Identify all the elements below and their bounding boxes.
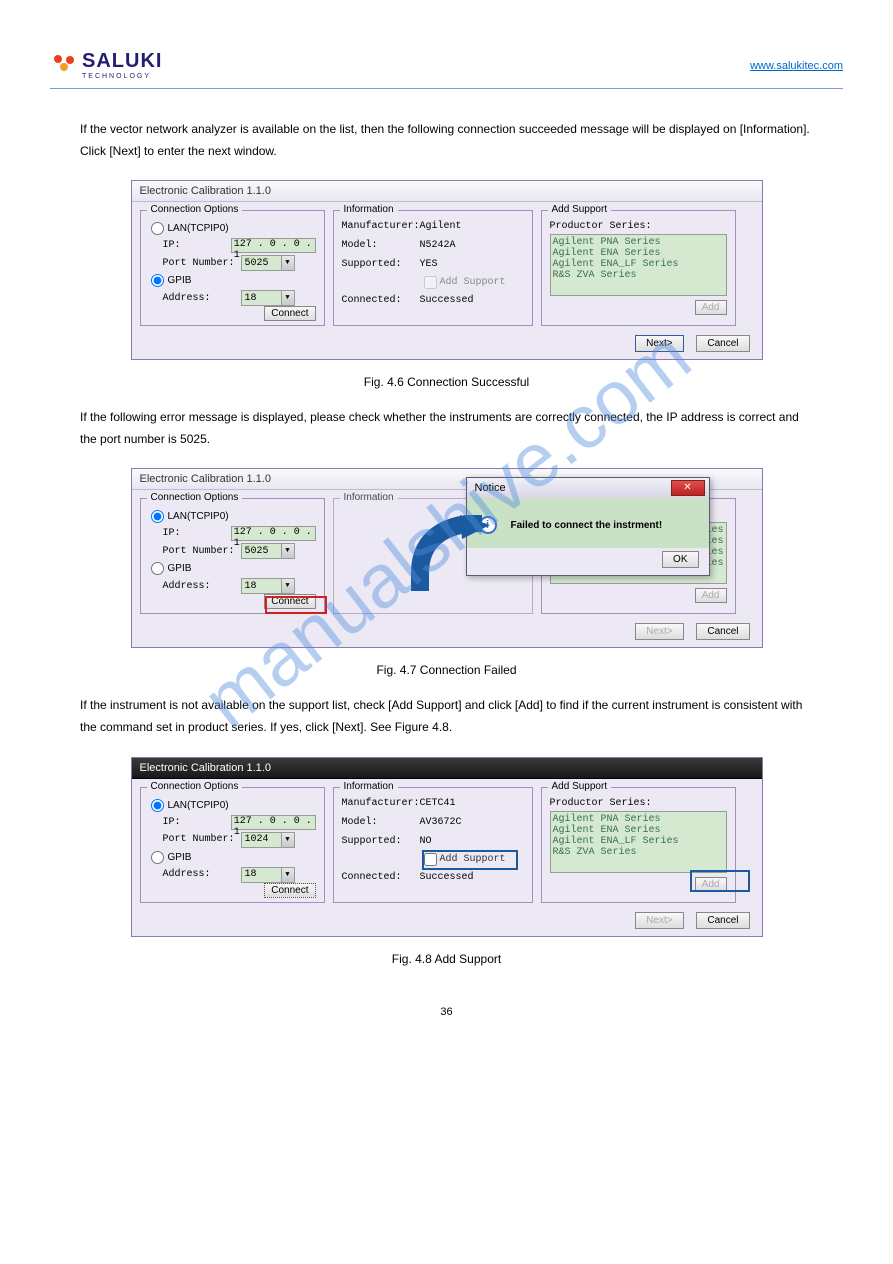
radio-gpib-3[interactable]: GPIB [149, 851, 316, 864]
series-listbox-3[interactable]: Agilent PNA Series Agilent ENA Series Ag… [550, 811, 727, 873]
addr-combo-3[interactable]: 18 ▼ [241, 867, 295, 883]
highlight-add-blue [690, 870, 750, 892]
connect-button-3[interactable]: Connect [264, 883, 315, 898]
ip-input-3[interactable]: 127 . 0 . 0 . 1 [231, 815, 316, 830]
notice-title: Notice [475, 482, 506, 494]
chevron-down-icon: ▼ [281, 291, 294, 305]
mfr-value-3: CETC41 [420, 798, 456, 809]
highlight-connect-red [265, 596, 327, 614]
dialog-3-title: Electronic Calibration 1.1.0 [132, 758, 762, 779]
radio-lan-3[interactable]: LAN(TCPIP0) [149, 799, 316, 812]
connected-value-3: Successed [420, 872, 474, 883]
port-combo-2[interactable]: 5025 ▼ [241, 543, 295, 559]
chevron-down-icon: ▼ [281, 256, 294, 270]
information-group: Information Manufacturer:Agilent Model:N… [333, 210, 533, 326]
port-combo-3[interactable]: 1024 ▼ [241, 832, 295, 848]
next-button[interactable]: Next> [635, 335, 683, 352]
chevron-down-icon: ▼ [281, 833, 294, 847]
arrow-icon [410, 515, 490, 601]
dialog-1: Electronic Calibration 1.1.0 Connection … [131, 180, 763, 360]
info-legend: Information [340, 204, 398, 215]
chevron-down-icon: ▼ [281, 579, 294, 593]
connected-value: Successed [420, 295, 474, 306]
connect-button[interactable]: Connect [264, 306, 315, 321]
intro-para-1: If the vector network analyzer is availa… [80, 119, 813, 162]
mfr-value: Agilent [420, 221, 462, 232]
cancel-button[interactable]: Cancel [696, 335, 749, 352]
cancel-button-3[interactable]: Cancel [696, 912, 749, 929]
chevron-down-icon: ▼ [281, 544, 294, 558]
notice-message: Failed to connect the instrment! [511, 520, 663, 531]
header-url[interactable]: www.salukitec.com [750, 60, 843, 72]
connection-options-group: Connection Options LAN(TCPIP0) IP: 127 .… [140, 210, 325, 326]
radio-gpib-2[interactable]: GPIB [149, 562, 316, 575]
page-number: 36 [50, 1006, 843, 1018]
close-icon[interactable]: ✕ [671, 480, 705, 496]
ip-input[interactable]: 127 . 0 . 0 . 1 [231, 238, 316, 253]
addr-combo[interactable]: 18 ▼ [241, 290, 295, 306]
page-header: SALUKI TECHNOLOGY [50, 50, 843, 89]
dialog-footer: Next> Cancel [132, 334, 762, 359]
series-label: Productor Series: [550, 221, 727, 232]
add-support-group: Add Support Productor Series: Agilent PN… [541, 210, 736, 326]
next-button-3: Next> [635, 912, 683, 929]
figure-caption-2: Fig. 4.7 Connection Failed [50, 663, 843, 677]
support-legend: Add Support [548, 204, 612, 215]
port-combo[interactable]: 5025 ▼ [241, 255, 295, 271]
ip-label: IP: [163, 240, 231, 251]
port-label: Port Number: [163, 258, 241, 269]
supported-value: YES [420, 259, 438, 270]
addr-label: Address: [163, 293, 241, 304]
radio-lan[interactable]: LAN(TCPIP0) [149, 222, 316, 235]
next-button-2: Next> [635, 623, 683, 640]
radio-lan-input[interactable] [151, 222, 164, 235]
ok-button[interactable]: OK [662, 551, 698, 568]
dialog-3: Electronic Calibration 1.1.0 Connection … [131, 757, 763, 937]
saluki-logo-icon [50, 51, 78, 79]
dialog-1-title: Electronic Calibration 1.1.0 [132, 181, 762, 202]
supported-value-3: NO [420, 836, 432, 847]
intro-para-3: If the instrument is not available on th… [80, 695, 813, 738]
brand-logo: SALUKI TECHNOLOGY [50, 50, 162, 80]
radio-gpib-input[interactable] [151, 274, 164, 287]
brand-name: SALUKI [82, 50, 162, 72]
brand-subtitle: TECHNOLOGY [82, 73, 162, 80]
dialog-footer-2: Next> Cancel [132, 622, 762, 647]
add-button-2[interactable]: Add [695, 588, 727, 603]
chevron-down-icon: ▼ [281, 868, 294, 882]
figure-caption-1: Fig. 4.6 Connection Successful [50, 375, 843, 389]
notice-dialog: Notice ✕ i Failed to connect the instrme… [466, 477, 710, 576]
intro-para-2: If the following error message is displa… [80, 407, 813, 450]
series-listbox[interactable]: Agilent PNA Series Agilent ENA Series Ag… [550, 234, 727, 296]
model-value-3: AV3672C [420, 817, 462, 828]
figure-caption-3: Fig. 4.8 Add Support [50, 952, 843, 966]
highlight-addsupport-blue [422, 850, 518, 870]
addr-combo-2[interactable]: 18 ▼ [241, 578, 295, 594]
connection-options-group-3: Connection Options LAN(TCPIP0) IP: 127 .… [140, 787, 325, 903]
ip-input-2[interactable]: 127 . 0 . 0 . 1 [231, 526, 316, 541]
conn-legend: Connection Options [147, 204, 243, 215]
add-button[interactable]: Add [695, 300, 727, 315]
information-group-3: Information Manufacturer:CETC41 Model:AV… [333, 787, 533, 903]
dialog-2: Electronic Calibration 1.1.0 Connection … [131, 468, 763, 648]
model-value: N5242A [420, 240, 456, 251]
add-support-checkbox [424, 276, 437, 289]
cancel-button-2[interactable]: Cancel [696, 623, 749, 640]
radio-gpib[interactable]: GPIB [149, 274, 316, 287]
radio-lan-2[interactable]: LAN(TCPIP0) [149, 510, 316, 523]
dialog-footer-3: Next> Cancel [132, 911, 762, 936]
